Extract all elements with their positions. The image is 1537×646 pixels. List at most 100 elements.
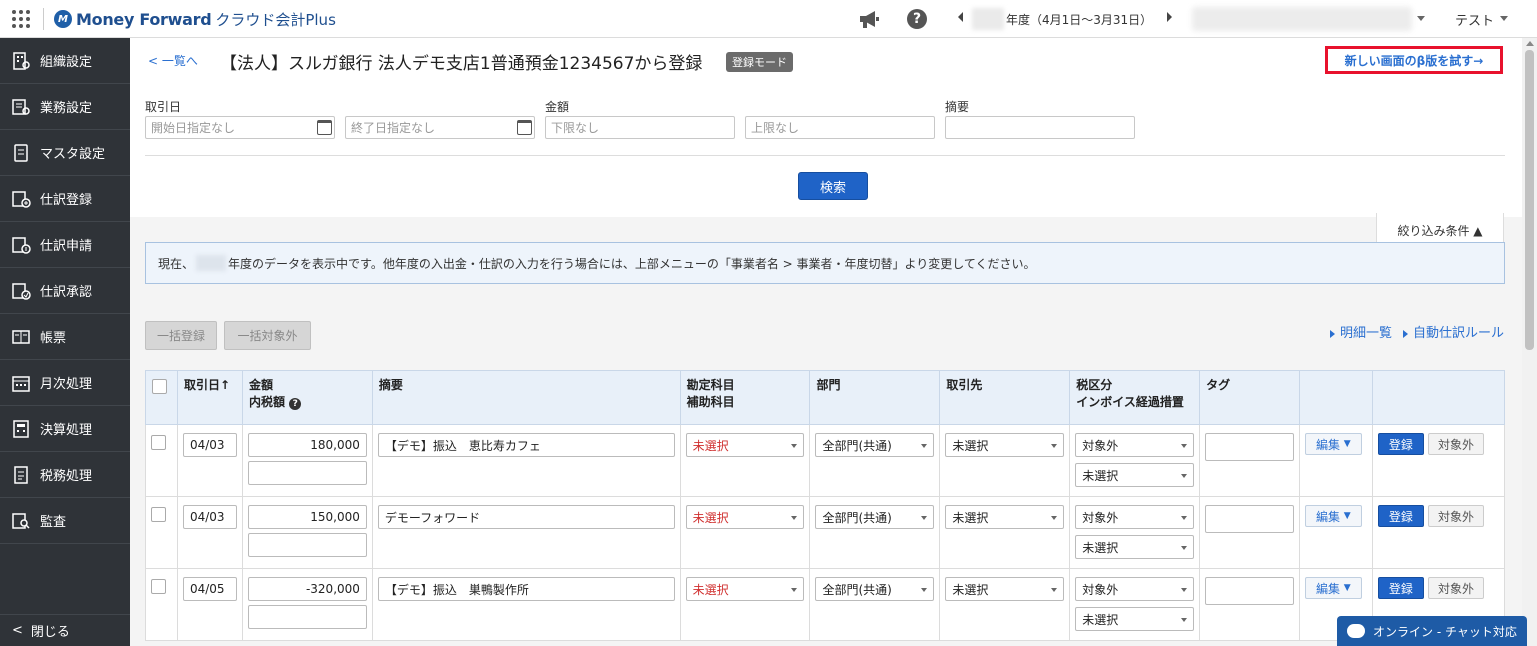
summary-input[interactable]: デモーフォワード [377, 505, 675, 529]
department-select[interactable]: 全部門(共通) [815, 433, 935, 457]
product-name: クラウド会計Plus [215, 10, 336, 29]
sidebar-item-journal-request[interactable]: 仕訳申請 [0, 222, 130, 268]
help-icon[interactable]: ? [907, 9, 927, 29]
date-input[interactable]: 04/03 [182, 433, 237, 457]
header-tax-included-label: 内税額 [248, 395, 285, 409]
exclude-button[interactable]: 対象外 [1427, 505, 1484, 527]
date-input[interactable]: 04/03 [182, 505, 237, 529]
row-checkbox[interactable] [151, 579, 166, 594]
tax-included-input[interactable] [247, 533, 367, 557]
summary-input[interactable]: 【デモ】振込 巣鴨製作所 [377, 577, 675, 601]
app-grid-icon[interactable] [12, 10, 30, 28]
journal-request-icon [10, 234, 32, 256]
amount-min-input[interactable]: 下限なし [545, 116, 735, 139]
summary-filter-input[interactable] [945, 116, 1135, 139]
account-select[interactable]: 未選択 [685, 433, 805, 457]
detail-list-link[interactable]: 明細一覧 [1330, 322, 1392, 341]
summary-input[interactable]: 【デモ】振込 恵比寿カフェ [377, 433, 675, 457]
tax-class-select[interactable]: 対象外 [1075, 433, 1195, 457]
user-menu[interactable]: テスト [1455, 10, 1494, 29]
calculator-icon [10, 418, 32, 440]
sidebar-close-button[interactable]: < 閉じる [0, 614, 130, 646]
chevron-down-icon[interactable] [1417, 16, 1425, 21]
row-checkbox[interactable] [151, 435, 166, 450]
year-prev-icon[interactable] [958, 12, 963, 22]
department-select[interactable]: 全部門(共通) [815, 577, 935, 601]
calendar-icon[interactable] [317, 120, 332, 135]
bulk-register-button[interactable]: 一括登録 [145, 321, 217, 350]
megaphone-icon[interactable] [858, 9, 880, 29]
date-start-input[interactable]: 開始日指定なし [145, 116, 335, 139]
partner-select[interactable]: 未選択 [945, 505, 1065, 529]
try-beta-button[interactable]: 新しい画面のβ版を試す→ [1325, 46, 1503, 74]
sidebar-item-master[interactable]: マスタ設定 [0, 130, 130, 176]
back-to-list-link[interactable]: < 一覧へ [148, 52, 198, 69]
search-button[interactable]: 検索 [798, 172, 868, 200]
amount-input[interactable]: 150,000 [247, 505, 367, 529]
sidebar-item-label: 仕訳登録 [40, 193, 93, 208]
company-selector-masked[interactable] [1192, 7, 1412, 31]
sidebar-item-journal-approval[interactable]: 仕訳承認 [0, 268, 130, 314]
tax-class-select[interactable]: 対象外 [1075, 505, 1195, 529]
header-sub-account-label: 補助科目 [686, 395, 735, 409]
invoice-select[interactable]: 未選択 [1075, 607, 1195, 631]
scrollbar[interactable] [1522, 38, 1537, 646]
sidebar-item-reports[interactable]: 帳票 [0, 314, 130, 360]
tax-included-input[interactable] [247, 461, 367, 485]
sidebar-item-closing[interactable]: 決算処理 [0, 406, 130, 452]
scroll-up-icon[interactable] [1526, 41, 1534, 46]
sidebar-item-business-settings[interactable]: 業務設定 [0, 84, 130, 130]
tag-input[interactable] [1205, 505, 1294, 533]
calendar-icon[interactable] [517, 120, 532, 135]
amount-input[interactable]: 180,000 [247, 433, 367, 457]
amount-input[interactable]: -320,000 [247, 577, 367, 601]
year-value-masked [972, 8, 1004, 30]
sidebar-item-journal-entry[interactable]: 仕訳登録 [0, 176, 130, 222]
sidebar-item-organization[interactable]: 組織設定 [0, 38, 130, 84]
amount-cell: 180,000 [241, 424, 373, 497]
header-tax-class-label: 税区分 [1076, 378, 1113, 392]
edit-button[interactable]: 編集 ▼ [1304, 433, 1362, 455]
date-input[interactable]: 04/05 [182, 577, 237, 601]
online-chat-button[interactable]: オンライン - チャット対応 [1337, 616, 1527, 646]
exclude-button[interactable]: 対象外 [1427, 433, 1484, 455]
header-date[interactable]: 取引日↑ [176, 370, 243, 425]
sidebar-item-audit[interactable]: 監査 [0, 498, 130, 544]
department-select[interactable]: 全部門(共通) [815, 505, 935, 529]
sidebar-item-monthly[interactable]: 月次処理 [0, 360, 130, 406]
account-select[interactable]: 未選択 [685, 505, 805, 529]
header-edit [1298, 370, 1373, 425]
invoice-select[interactable]: 未選択 [1075, 463, 1195, 487]
header-invoice-label: インボイス経過措置 [1076, 395, 1184, 409]
scroll-thumb[interactable] [1525, 50, 1534, 350]
bulk-exclude-button[interactable]: 一括対象外 [224, 321, 311, 350]
exclude-button[interactable]: 対象外 [1427, 577, 1484, 599]
sidebar-item-tax[interactable]: 税務処理 [0, 452, 130, 498]
register-button[interactable]: 登録 [1377, 505, 1424, 527]
chevron-down-icon[interactable] [1500, 16, 1508, 21]
auto-rule-link[interactable]: 自動仕訳ルール [1403, 322, 1504, 341]
partner-select[interactable]: 未選択 [945, 577, 1065, 601]
year-next-icon[interactable] [1167, 12, 1172, 22]
register-button[interactable]: 登録 [1377, 433, 1424, 455]
amount-max-input[interactable]: 上限なし [745, 116, 935, 139]
partner-select[interactable]: 未選択 [945, 433, 1065, 457]
auto-rule-label: 自動仕訳ルール [1413, 326, 1505, 341]
notice-year-masked [196, 255, 227, 271]
tag-input[interactable] [1205, 433, 1294, 461]
edit-button[interactable]: 編集 ▼ [1304, 577, 1362, 599]
account-cell: 未選択 [679, 496, 811, 569]
register-button[interactable]: 登録 [1377, 577, 1424, 599]
account-select[interactable]: 未選択 [685, 577, 805, 601]
date-end-input[interactable]: 終了日指定なし [345, 116, 535, 139]
invoice-select[interactable]: 未選択 [1075, 535, 1195, 559]
tax-class-select[interactable]: 対象外 [1075, 577, 1195, 601]
help-icon[interactable]: ? [289, 398, 302, 410]
tag-input[interactable] [1205, 577, 1294, 605]
actions-cell: 登録 対象外 [1371, 424, 1506, 497]
edit-button[interactable]: 編集 ▼ [1304, 505, 1362, 527]
tax-included-input[interactable] [247, 605, 367, 629]
logo[interactable]: M Money Forward クラウド会計Plus [54, 8, 336, 30]
row-checkbox[interactable] [151, 507, 166, 522]
select-all-checkbox[interactable] [152, 379, 167, 394]
